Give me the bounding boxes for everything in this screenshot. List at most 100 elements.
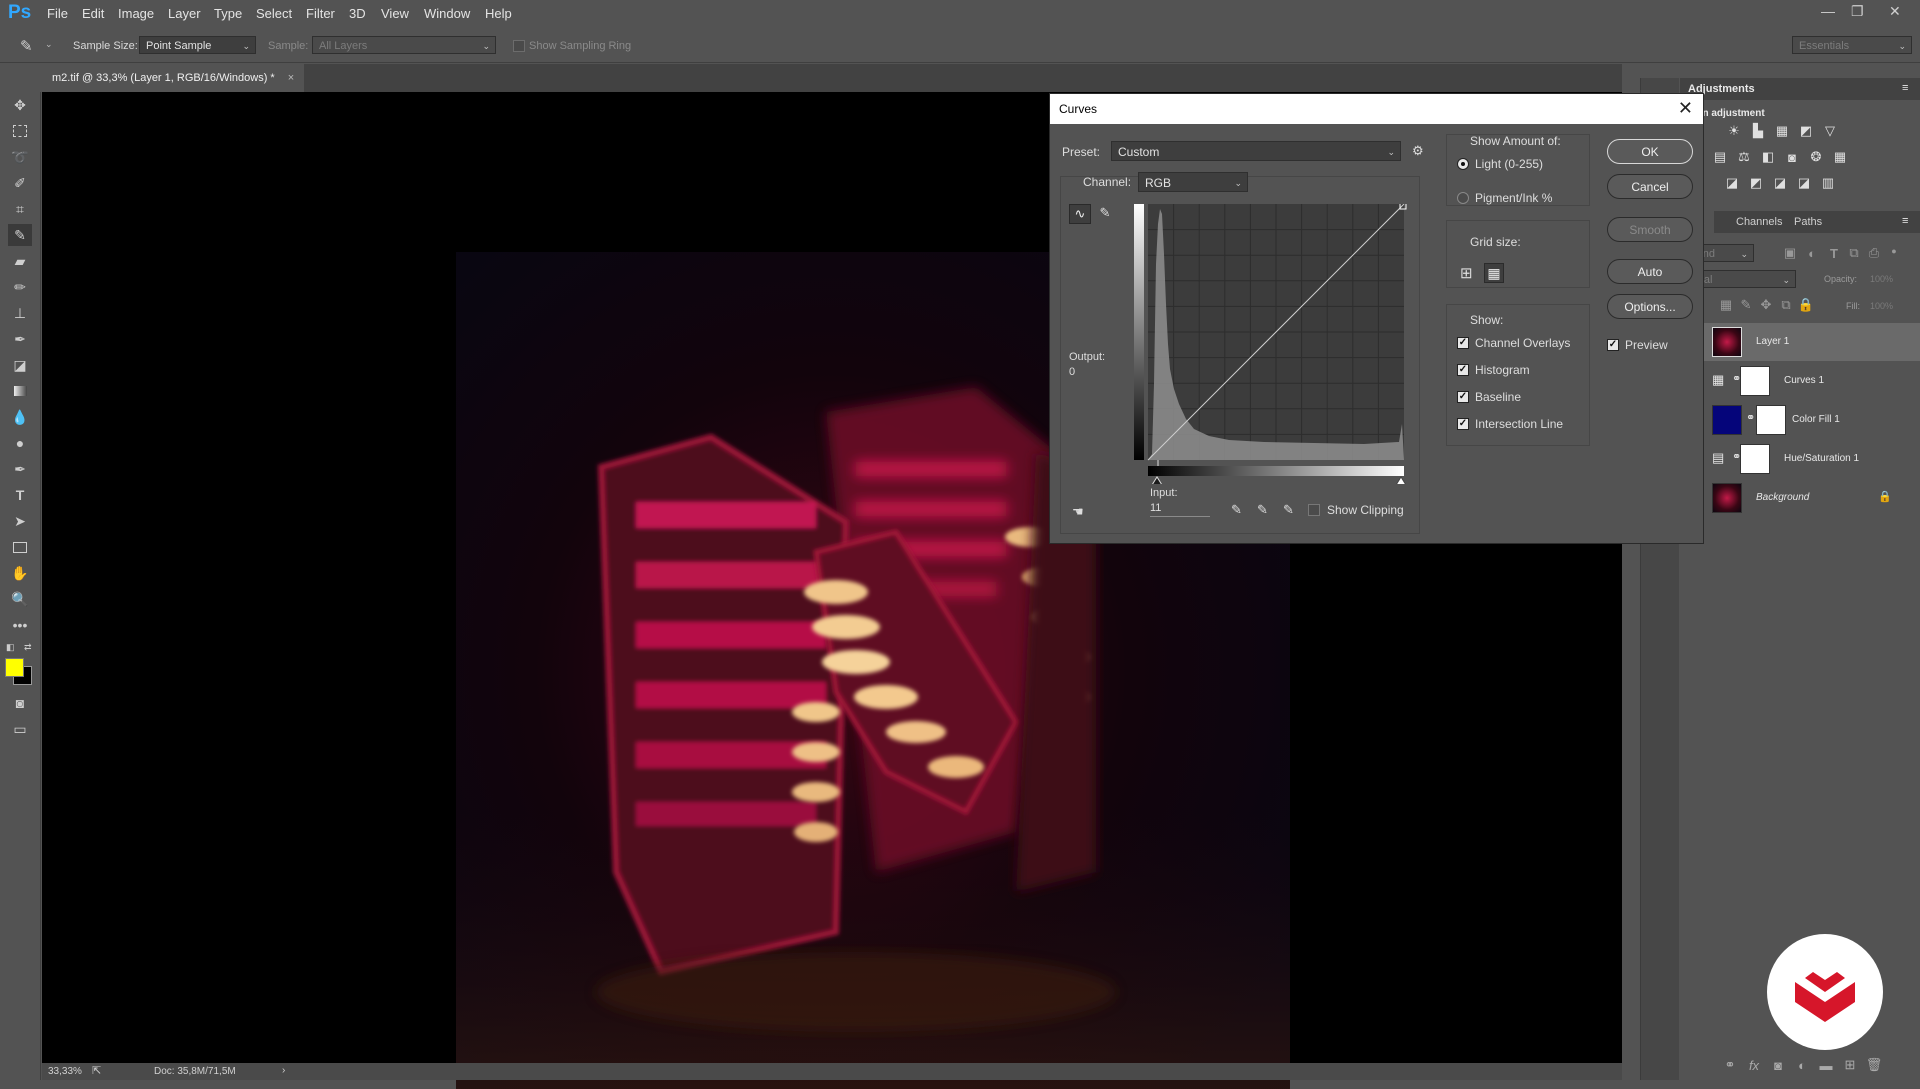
fill-value[interactable]: 100% (1870, 301, 1893, 311)
lock-transparency-icon[interactable]: ▦ (1718, 297, 1734, 312)
panel-menu-icon[interactable]: ≡ (1902, 215, 1908, 227)
preview-checkbox[interactable]: ✓ (1607, 339, 1619, 351)
photo-filter-icon[interactable]: ◙ (1784, 150, 1800, 165)
options-button[interactable]: Options... (1607, 294, 1693, 319)
gray-eyedropper-icon[interactable]: ✎ (1257, 502, 1268, 518)
zoom-level[interactable]: 33,33% (48, 1066, 82, 1077)
menu-select[interactable]: Select (256, 6, 292, 21)
close-window-button[interactable]: ✕ (1889, 3, 1901, 20)
smart-object-filter-icon[interactable]: ⎙ (1866, 245, 1882, 260)
output-value[interactable]: 0 (1069, 366, 1075, 378)
lasso-tool-icon[interactable]: ➰ (8, 146, 32, 168)
show-clipping-checkbox[interactable] (1308, 504, 1320, 516)
input-value[interactable]: 11 (1150, 502, 1210, 517)
menu-window[interactable]: Window (424, 6, 470, 21)
histogram-checkbox[interactable]: ✓ (1457, 364, 1469, 376)
layer-row[interactable]: Background 🔒 (1680, 479, 1920, 517)
preset-select[interactable]: Custom ⌄ (1111, 141, 1401, 161)
menu-help[interactable]: Help (485, 6, 512, 21)
ok-button[interactable]: OK (1607, 139, 1693, 164)
channel-overlays-checkbox[interactable]: ✓ (1457, 337, 1469, 349)
vibrance-icon[interactable]: ▽ (1822, 123, 1838, 138)
path-selection-tool-icon[interactable]: ➤ (8, 510, 32, 532)
menu-type[interactable]: Type (214, 6, 242, 21)
lock-all-icon[interactable]: 🔒 (1798, 297, 1814, 312)
exposure-icon[interactable]: ◩ (1798, 123, 1814, 138)
menu-edit[interactable]: Edit (82, 6, 104, 21)
quick-mask-icon[interactable]: ◙ (8, 692, 32, 714)
curves-icon[interactable]: ▦ (1774, 123, 1790, 138)
hue-saturation-icon[interactable]: ▤ (1712, 149, 1728, 164)
eyedropper-tool-icon[interactable]: ✎ (20, 37, 33, 55)
layer-row[interactable]: ▤ ⚭ Hue/Saturation 1 (1680, 440, 1920, 478)
close-icon[interactable]: ✕ (1678, 98, 1693, 119)
sampling-ring-checkbox[interactable] (513, 40, 525, 52)
link-icon[interactable]: ⚭ (1746, 411, 1755, 424)
gradient-map-icon[interactable]: ▥ (1820, 175, 1836, 190)
color-lookup-icon[interactable]: ▦ (1832, 149, 1848, 164)
crop-tool-icon[interactable]: ⌗ (8, 198, 32, 220)
posterize-icon[interactable]: ◩ (1748, 175, 1764, 190)
preset-gear-icon[interactable]: ⚙ (1412, 143, 1424, 159)
marquee-tool-icon[interactable] (8, 120, 32, 142)
menu-file[interactable]: File (47, 6, 68, 21)
sample-select[interactable]: All Layers ⌄ (312, 36, 496, 54)
filter-toggle-icon[interactable]: ● (1886, 244, 1902, 258)
history-brush-tool-icon[interactable]: ✒ (8, 328, 32, 350)
menu-3d[interactable]: 3D (349, 6, 366, 21)
light-radio[interactable] (1457, 158, 1469, 170)
layer-row[interactable]: ▦ ⚭ Curves 1 (1680, 362, 1920, 400)
detailed-grid-icon[interactable]: ▦ (1484, 263, 1504, 283)
rectangle-tool-icon[interactable] (8, 536, 32, 558)
eraser-tool-icon[interactable]: ◪ (8, 354, 32, 376)
chevron-down-icon[interactable]: ⌄ (45, 39, 53, 50)
sample-size-select[interactable]: Point Sample ⌄ (139, 36, 256, 54)
lock-position-icon[interactable]: ✥ (1758, 297, 1774, 312)
menu-image[interactable]: Image (118, 6, 154, 21)
zoom-tool-icon[interactable]: 🔍 (8, 588, 32, 610)
add-mask-icon[interactable]: ◙ (1770, 1058, 1786, 1073)
move-tool-icon[interactable]: ✥ (8, 94, 32, 116)
link-layers-icon[interactable]: ⚭ (1722, 1057, 1738, 1072)
shape-filter-icon[interactable]: ⧉ (1846, 245, 1862, 260)
layer-row[interactable]: Layer 1 (1680, 323, 1920, 361)
lock-pixels-icon[interactable]: ✎ (1738, 297, 1754, 312)
delete-layer-icon[interactable]: 🗑 (1866, 1057, 1883, 1072)
adjustment-filter-icon[interactable]: ◐ (1804, 246, 1820, 261)
paths-tab[interactable]: Paths (1794, 216, 1822, 228)
intersection-line-checkbox[interactable]: ✓ (1457, 418, 1469, 430)
black-eyedropper-icon[interactable]: ✎ (1231, 502, 1242, 518)
status-menu-arrow[interactable]: › (282, 1065, 285, 1076)
targeted-adjustment-icon[interactable]: ☚ (1072, 504, 1084, 520)
new-adjustment-icon[interactable]: ◐ (1794, 1058, 1810, 1073)
pixel-filter-icon[interactable]: ▣ (1782, 245, 1798, 260)
brush-tool-icon[interactable]: ✏ (8, 276, 32, 298)
new-group-icon[interactable]: ▬ (1818, 1058, 1834, 1073)
new-layer-icon[interactable]: ⊞ (1842, 1057, 1858, 1072)
foreground-color-swatch[interactable] (5, 658, 24, 677)
type-filter-icon[interactable]: T (1826, 246, 1842, 261)
levels-icon[interactable]: ▙ (1750, 123, 1766, 138)
channels-tab[interactable]: Channels (1736, 216, 1782, 228)
minimize-button[interactable]: — (1821, 3, 1835, 19)
simple-grid-icon[interactable]: ⊞ (1460, 264, 1473, 282)
selective-color-icon[interactable]: ◪ (1796, 175, 1812, 190)
gradient-tool-icon[interactable] (8, 380, 32, 402)
baseline-checkbox[interactable]: ✓ (1457, 391, 1469, 403)
white-eyedropper-icon[interactable]: ✎ (1283, 502, 1294, 518)
healing-brush-tool-icon[interactable]: ▰ (8, 250, 32, 272)
panel-menu-icon[interactable]: ≡ (1902, 82, 1908, 94)
type-tool-icon[interactable]: T (8, 484, 32, 506)
cancel-button[interactable]: Cancel (1607, 174, 1693, 199)
dodge-tool-icon[interactable]: ● (8, 432, 32, 454)
document-tab[interactable]: m2.tif @ 33,3% (Layer 1, RGB/16/Windows)… (42, 64, 305, 92)
curve-point-tool-icon[interactable]: ∿ (1069, 204, 1091, 224)
eyedropper-tool-icon[interactable]: ✎ (8, 224, 32, 246)
white-point-slider[interactable] (1396, 476, 1406, 484)
pigment-radio[interactable] (1457, 192, 1469, 204)
threshold-icon[interactable]: ◪ (1772, 175, 1788, 190)
black-point-slider[interactable] (1152, 476, 1162, 484)
default-colors-icon[interactable]: ◧ (6, 642, 15, 653)
pen-tool-icon[interactable]: ✒ (8, 458, 32, 480)
channel-mixer-icon[interactable]: ❂ (1808, 149, 1824, 164)
